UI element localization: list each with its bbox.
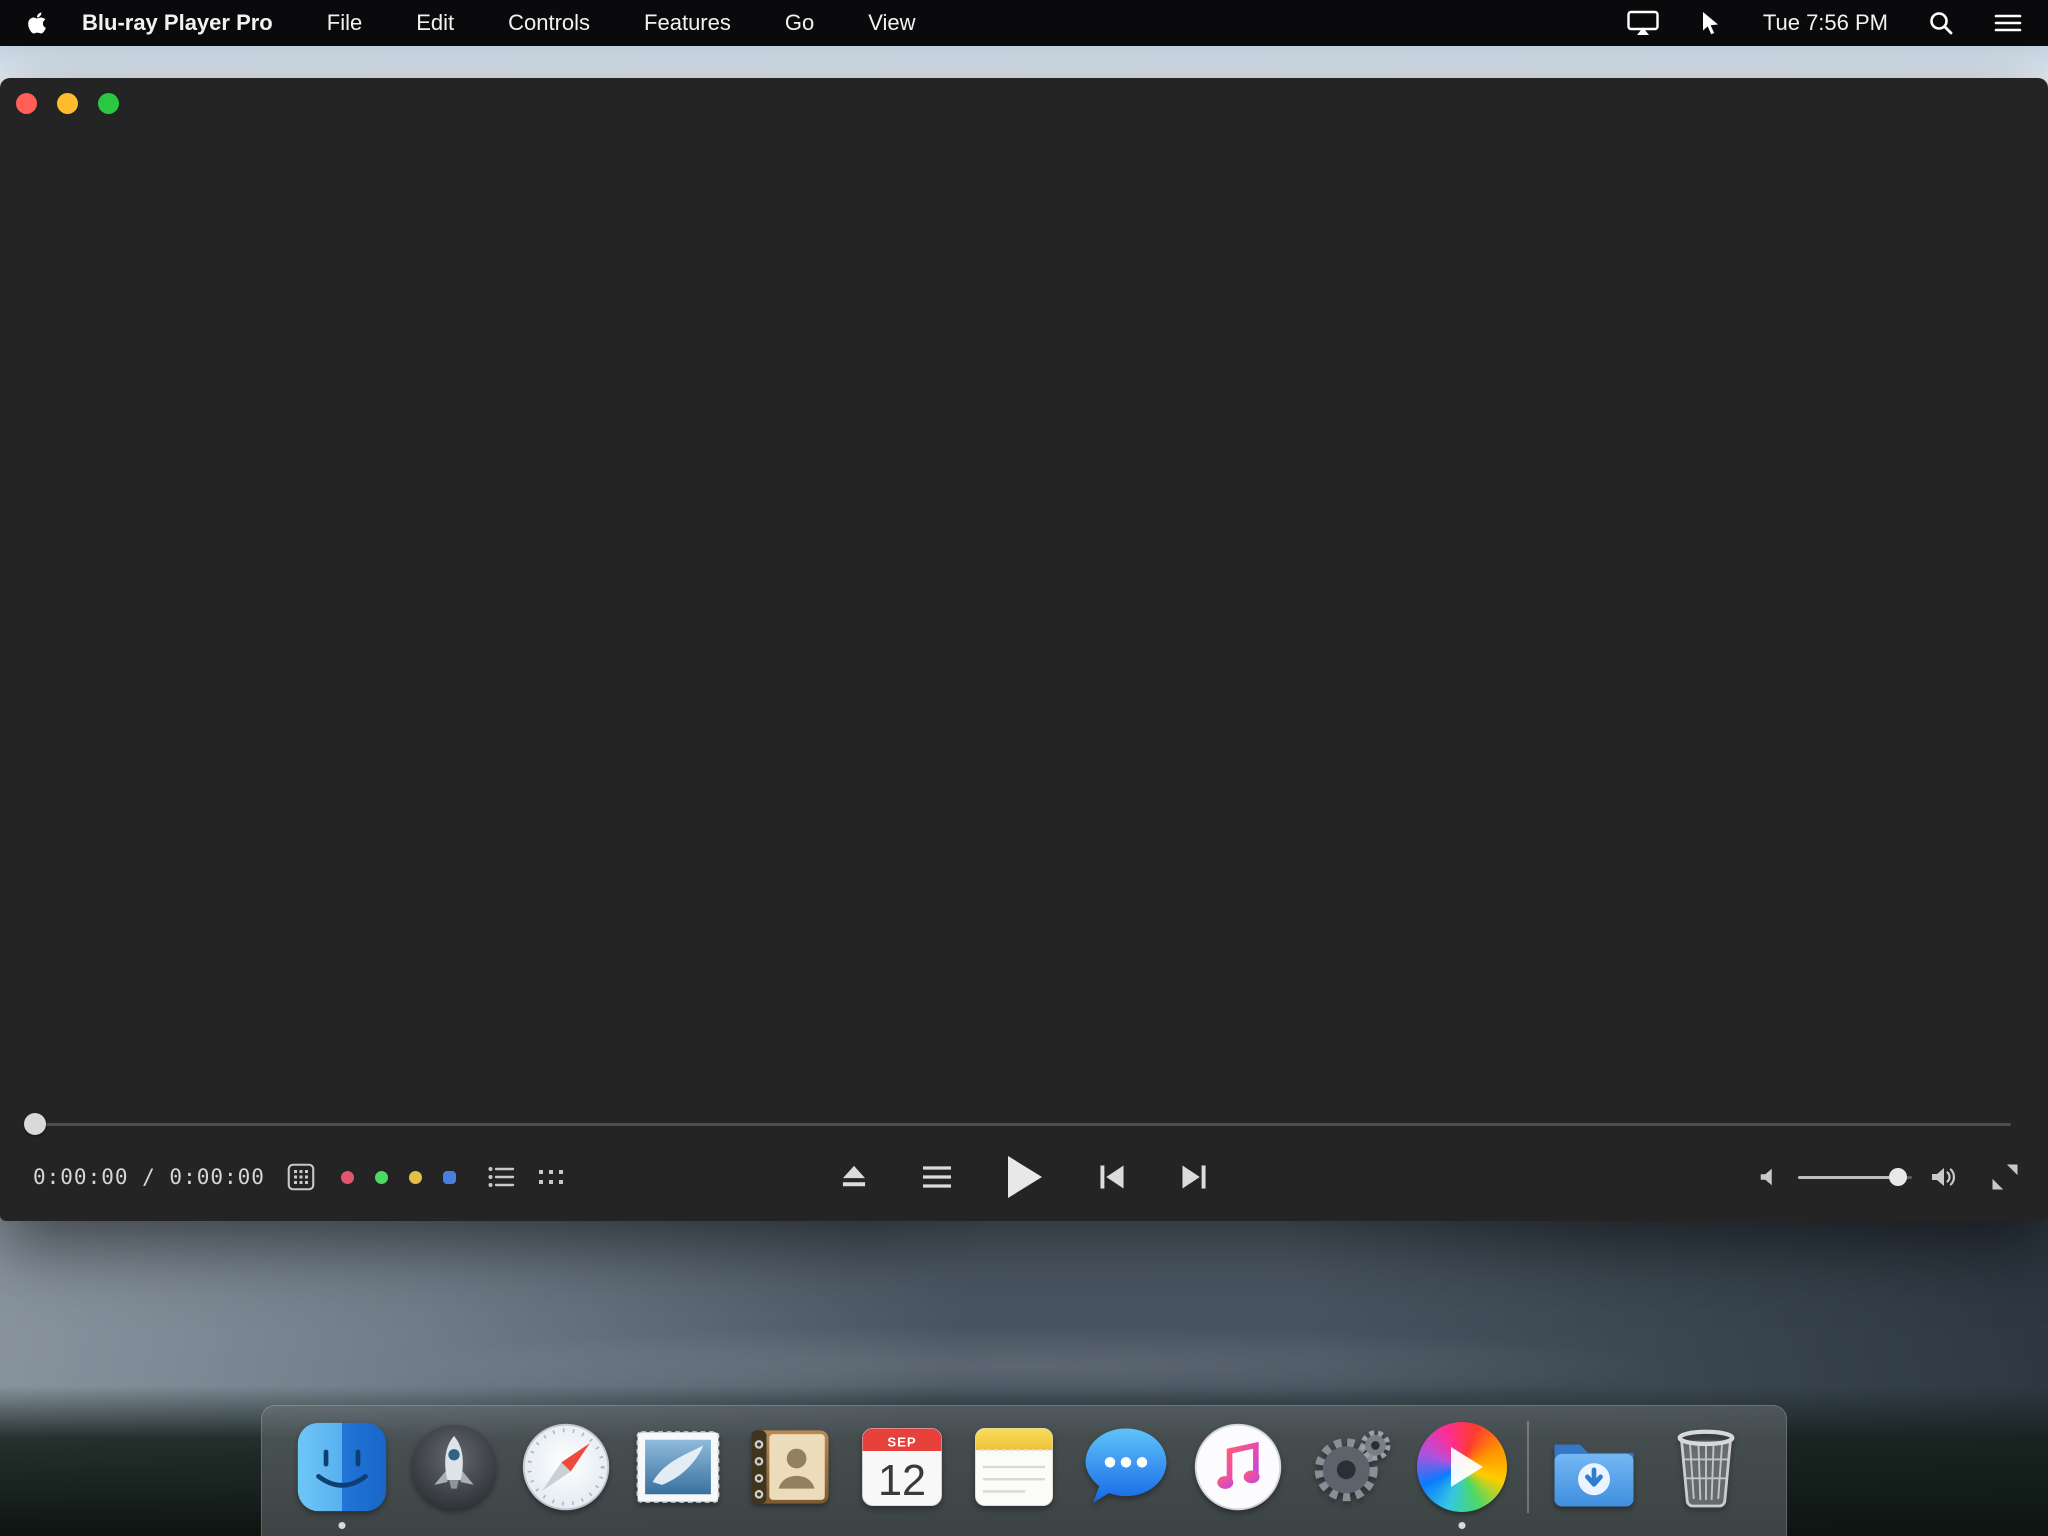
- calendar-icon: SEP 12: [855, 1420, 949, 1514]
- player-control-bar: 0:00:00 / 0:00:00: [0, 1148, 2048, 1206]
- green-marker-button[interactable]: [375, 1171, 388, 1184]
- menu-clock[interactable]: Tue 7:56 PM: [1763, 10, 1888, 36]
- pointer-icon[interactable]: [1699, 10, 1723, 36]
- dock-separator: [1527, 1421, 1529, 1513]
- red-marker-button[interactable]: [341, 1171, 354, 1184]
- launchpad-icon: [407, 1420, 501, 1514]
- volume-fill: [1798, 1176, 1898, 1179]
- dock-item-finder[interactable]: [295, 1420, 389, 1514]
- svg-text:SEP: SEP: [887, 1434, 916, 1449]
- dock-item-trash[interactable]: [1659, 1420, 1753, 1514]
- volume-knob[interactable]: [1889, 1168, 1907, 1186]
- progress-knob[interactable]: [24, 1113, 46, 1135]
- play-button[interactable]: [1005, 1154, 1045, 1200]
- volume-slider[interactable]: [1798, 1176, 1912, 1179]
- player-window: 0:00:00 / 0:00:00: [0, 78, 2048, 1221]
- trash-icon: [1659, 1420, 1753, 1514]
- media-player-icon: [1417, 1422, 1507, 1512]
- spotlight-search-icon[interactable]: [1928, 10, 1954, 36]
- fullscreen-button[interactable]: [1990, 1162, 2020, 1192]
- menu-file[interactable]: File: [327, 10, 362, 36]
- menu-go[interactable]: Go: [785, 10, 814, 36]
- thumbnail-grid-button[interactable]: [538, 1166, 564, 1188]
- dock-item-calendar[interactable]: SEP 12: [855, 1420, 949, 1514]
- menu-edit[interactable]: Edit: [416, 10, 454, 36]
- dock-item-contacts[interactable]: [743, 1420, 837, 1514]
- menu-features[interactable]: Features: [644, 10, 731, 36]
- finder-icon: [295, 1420, 389, 1514]
- volume-down-icon[interactable]: [1758, 1165, 1780, 1189]
- time-display: 0:00:00 / 0:00:00: [33, 1165, 265, 1189]
- dock-item-notes[interactable]: [967, 1420, 1061, 1514]
- blue-marker-button[interactable]: [443, 1171, 456, 1184]
- dock-item-launchpad[interactable]: [407, 1420, 501, 1514]
- dock-item-mail[interactable]: [631, 1420, 725, 1514]
- dock-item-itunes[interactable]: [1191, 1420, 1285, 1514]
- mail-icon: [631, 1420, 725, 1514]
- dock: SEP 12: [261, 1405, 1787, 1536]
- itunes-icon: [1191, 1420, 1285, 1514]
- running-indicator: [1459, 1522, 1466, 1529]
- svg-text:12: 12: [878, 1457, 926, 1505]
- previous-button[interactable]: [1097, 1162, 1127, 1192]
- safari-icon: [519, 1420, 613, 1514]
- yellow-marker-button[interactable]: [409, 1171, 422, 1184]
- eject-button[interactable]: [839, 1163, 869, 1191]
- airplay-display-icon[interactable]: [1627, 10, 1659, 36]
- progress-slider[interactable]: [35, 1123, 2011, 1126]
- numeric-keypad-button[interactable]: [287, 1163, 315, 1191]
- dock-item-media-player[interactable]: [1415, 1420, 1509, 1514]
- next-button[interactable]: [1179, 1162, 1209, 1192]
- notes-icon: [967, 1420, 1061, 1514]
- chapter-list-button[interactable]: [488, 1165, 516, 1189]
- dock-item-downloads[interactable]: [1547, 1420, 1641, 1514]
- menu-controls[interactable]: Controls: [508, 10, 590, 36]
- messages-icon: [1079, 1420, 1173, 1514]
- dock-item-messages[interactable]: [1079, 1420, 1173, 1514]
- running-indicator: [339, 1522, 346, 1529]
- menu-view[interactable]: View: [868, 10, 915, 36]
- color-marker-buttons: [341, 1171, 456, 1184]
- contacts-icon: [743, 1420, 837, 1514]
- dock-item-safari[interactable]: [519, 1420, 613, 1514]
- volume-up-icon[interactable]: [1930, 1164, 1958, 1190]
- disc-menu-button[interactable]: [921, 1164, 953, 1190]
- downloads-folder-icon: [1547, 1420, 1641, 1514]
- notification-list-icon[interactable]: [1994, 11, 2022, 35]
- system-preferences-icon: [1303, 1420, 1397, 1514]
- app-menu-title[interactable]: Blu-ray Player Pro: [82, 10, 273, 36]
- video-display-area: [0, 78, 2048, 1091]
- dock-item-system-preferences[interactable]: [1303, 1420, 1397, 1514]
- apple-menu-icon[interactable]: [26, 10, 50, 36]
- menu-bar: Blu-ray Player Pro File Edit Controls Fe…: [0, 0, 2048, 46]
- play-triangle-icon: [1451, 1447, 1483, 1487]
